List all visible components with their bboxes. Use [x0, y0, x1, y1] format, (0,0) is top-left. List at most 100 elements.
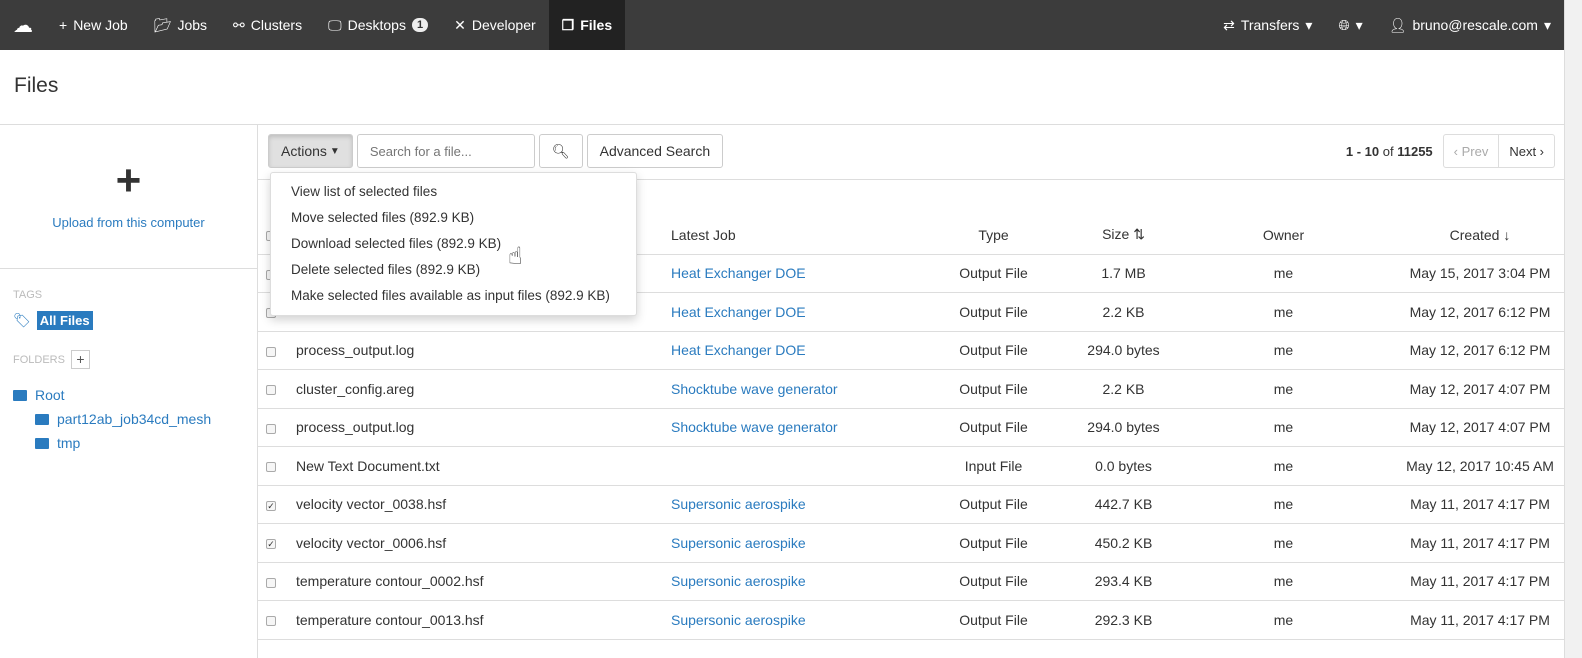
table-row[interactable]: cluster_config.areg Shocktube wave gener… [258, 369, 1564, 409]
next-button[interactable]: Next › [1499, 134, 1555, 168]
table-row[interactable]: ✓ velocity vector_0006.hsf Supersonic ae… [258, 523, 1564, 563]
file-size: 1.7 MB [1076, 254, 1171, 293]
nav-jobs[interactable]: 📂︎ Jobs [141, 0, 220, 50]
file-name[interactable]: velocity vector_0038.hsf [284, 485, 671, 524]
row-checkbox[interactable] [266, 577, 276, 588]
job-link[interactable]: Heat Exchanger DOE [671, 304, 806, 320]
folder-root[interactable]: Root [13, 383, 257, 407]
top-navbar: ☁ + New Job 📂︎ Jobs ⚯ Clusters 🖵 Desktops 1 ✕ Deve… [0, 0, 1564, 50]
file-name[interactable]: temperature contour_0002.hsf [284, 562, 671, 601]
file-name[interactable]: temperature contour_0013.hsf [284, 600, 671, 640]
col-type[interactable]: Type [911, 216, 1076, 255]
search-input[interactable] [356, 134, 535, 168]
job-link[interactable]: Supersonic aerospike [671, 573, 806, 589]
row-checkbox[interactable]: ✓ [266, 539, 276, 550]
folders-label: FOLDERS [13, 353, 65, 366]
job-link[interactable]: Supersonic aerospike [671, 496, 806, 512]
file-created: May 11, 2017 4:17 PM [1396, 600, 1564, 640]
table-row[interactable]: process_output.log Heat Exchanger DOE Ou… [258, 331, 1564, 370]
tag-all-files[interactable]: 🏷︎ All Files [13, 311, 257, 330]
col-created[interactable]: Created ↓ [1396, 216, 1564, 255]
table-row[interactable]: New Text Document.txt Input File 0.0 byt… [258, 446, 1564, 486]
table-row[interactable]: ✓ velocity vector_0038.hsf Supersonic ae… [258, 485, 1564, 524]
file-owner: me [1171, 331, 1396, 370]
file-size: 294.0 bytes [1076, 331, 1171, 370]
file-owner: me [1171, 485, 1396, 524]
table-row[interactable]: temperature contour_0013.hsf Supersonic … [258, 600, 1564, 640]
row-checkbox[interactable]: ✓ [266, 500, 276, 511]
file-name[interactable]: New Text Document.txt [284, 446, 671, 486]
table-row[interactable]: process_output.log Shocktube wave genera… [258, 408, 1564, 447]
page-range: 1 - 10 [1345, 143, 1380, 159]
file-name[interactable]: process_output.log [284, 408, 671, 447]
dropdown-item[interactable]: Download selected files (892.9 KB) [271, 231, 636, 257]
job-link[interactable]: Shocktube wave generator [671, 419, 838, 435]
advanced-search-button[interactable]: Advanced Search [586, 134, 724, 168]
search-button[interactable]: 🔍︎ [538, 134, 583, 168]
file-type: Output File [911, 331, 1076, 370]
row-checkbox[interactable] [266, 423, 276, 434]
file-owner: me [1171, 562, 1396, 601]
tools-icon: ✕ [454, 16, 466, 33]
sort-desc-icon: ↓ [1503, 226, 1511, 243]
job-link[interactable]: Heat Exchanger DOE [671, 265, 806, 281]
file-name[interactable]: cluster_config.areg [284, 369, 671, 409]
file-owner: me [1171, 600, 1396, 640]
prev-button[interactable]: ‹ Prev [1442, 134, 1500, 168]
nav-files[interactable]: ❐ Files [548, 0, 626, 50]
tag-icon: 🏷︎ [13, 312, 31, 328]
col-size[interactable]: Size ⇅ [1076, 216, 1171, 255]
folder-tree: Root part12ab_job34cd_mesh tmp [13, 383, 257, 455]
page-title: Files [14, 74, 59, 97]
nav-new-job[interactable]: + New Job [46, 0, 141, 50]
upload-button[interactable]: + Upload from this computer [0, 125, 257, 231]
file-size: 292.3 KB [1076, 600, 1171, 640]
monitor-icon: 🖵 [328, 16, 342, 33]
globe-icon: 🌐︎ [1338, 16, 1350, 33]
row-checkbox[interactable] [266, 346, 276, 357]
logo-icon[interactable]: ☁ [0, 0, 46, 50]
files-icon: ❐ [561, 16, 575, 33]
job-link[interactable]: Shocktube wave generator [671, 381, 838, 397]
file-owner: me [1171, 292, 1396, 332]
col-owner[interactable]: Owner [1171, 216, 1396, 255]
job-link[interactable]: Heat Exchanger DOE [671, 342, 806, 358]
caret-down-icon: ▾ [1305, 16, 1313, 33]
table-row[interactable]: temperature contour_0002.hsf Supersonic … [258, 562, 1564, 601]
desktops-badge: 1 [411, 18, 429, 32]
file-size: 2.2 KB [1076, 369, 1171, 409]
add-folder-button[interactable]: + [70, 350, 90, 369]
dropdown-item[interactable]: Move selected files (892.9 KB) [271, 205, 636, 231]
file-size: 2.2 KB [1076, 292, 1171, 332]
nav-desktops[interactable]: 🖵 Desktops 1 [315, 0, 441, 50]
sitemap-icon: ⚯ [233, 16, 245, 33]
col-latest-job[interactable]: Latest Job [671, 216, 911, 255]
dropdown-item[interactable]: View list of selected files [271, 179, 636, 205]
folder-item[interactable]: part12ab_job34cd_mesh [13, 407, 257, 431]
file-name[interactable]: velocity vector_0006.hsf [284, 523, 671, 563]
caret-down-icon: ▾ [1543, 16, 1551, 33]
row-checkbox[interactable] [266, 385, 276, 396]
file-type: Output File [911, 523, 1076, 563]
file-name[interactable]: process_output.log [284, 331, 671, 370]
job-link[interactable]: Supersonic aerospike [671, 535, 806, 551]
hand-cursor-icon: ☝︎ [508, 243, 523, 270]
sort-icon: ⇅ [1133, 226, 1145, 243]
file-size: 442.7 KB [1076, 485, 1171, 524]
row-checkbox[interactable] [266, 616, 276, 627]
dropdown-item[interactable]: Make selected files available as input f… [271, 283, 636, 309]
nav-clusters[interactable]: ⚯ Clusters [220, 0, 315, 50]
dropdown-item[interactable]: Delete selected files (892.9 KB) [271, 257, 636, 283]
user-menu[interactable]: 👤︎ bruno@rescale.com ▾ [1376, 0, 1564, 50]
upload-link[interactable]: Upload from this computer [0, 215, 257, 230]
transfers-menu[interactable]: ⇄ Transfers ▾ [1210, 0, 1325, 50]
row-checkbox[interactable] [266, 462, 276, 473]
actions-button[interactable]: Actions ▼ [268, 134, 353, 168]
nav-developer[interactable]: ✕ Developer [441, 0, 549, 50]
folder-item[interactable]: tmp [13, 431, 257, 455]
transfers-icon: ⇄ [1223, 16, 1235, 33]
scrollbar[interactable] [1564, 0, 1582, 658]
pagination: 1 - 10 of 11255 ‹ Prev Next › [1346, 134, 1555, 168]
job-link[interactable]: Supersonic aerospike [671, 612, 806, 628]
globe-menu[interactable]: 🌐︎ ▾ [1325, 0, 1375, 50]
